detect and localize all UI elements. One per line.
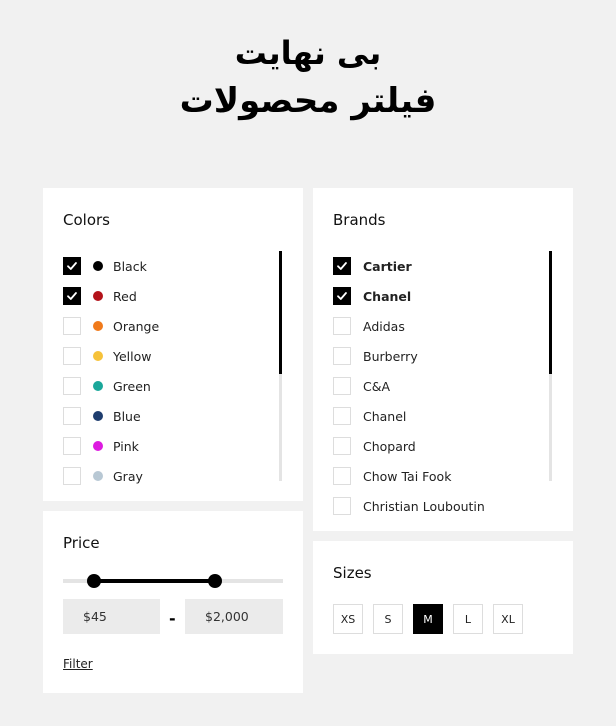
color-swatch: [93, 381, 103, 391]
brands-panel: Brands Cartier Chanel Adidas Burberry C&A Cha…: [313, 188, 573, 531]
checkbox[interactable]: [63, 317, 81, 335]
color-swatch: [93, 351, 103, 361]
brand-option[interactable]: Chanel: [333, 281, 485, 311]
checkmark-icon: [337, 262, 347, 270]
checkbox[interactable]: [333, 377, 351, 395]
brand-option[interactable]: Chopard: [333, 431, 485, 461]
color-option[interactable]: Black: [63, 251, 159, 281]
checkbox[interactable]: [63, 467, 81, 485]
price-slider-range: [94, 579, 215, 583]
color-label: Blue: [113, 408, 141, 424]
checkbox[interactable]: [333, 257, 351, 275]
checkbox[interactable]: [63, 437, 81, 455]
color-swatch: [93, 321, 103, 331]
brand-option[interactable]: Burberry: [333, 341, 485, 371]
sizes-panel: Sizes XS S M L XL: [313, 541, 573, 654]
brands-scrollbar-thumb[interactable]: [549, 251, 552, 374]
price-max-handle[interactable]: [208, 574, 222, 588]
colors-title: Colors: [63, 211, 110, 229]
sizes-list: XS S M L XL: [333, 604, 533, 634]
checkbox[interactable]: [63, 347, 81, 365]
color-label: Gray: [113, 468, 143, 484]
brand-option[interactable]: Christian Louboutin: [333, 491, 485, 521]
brand-label: Chow Tai Fook: [363, 468, 452, 484]
price-panel: Price $45 - $2,000 Filter: [43, 511, 303, 693]
price-separator: -: [169, 609, 176, 628]
color-option[interactable]: Green: [63, 371, 159, 401]
color-option[interactable]: Red: [63, 281, 159, 311]
brand-label: Chopard: [363, 438, 416, 454]
checkbox[interactable]: [333, 287, 351, 305]
color-label: Red: [113, 288, 137, 304]
page-title: بی نهایت فیلتر محصولات: [0, 30, 616, 126]
color-option[interactable]: Orange: [63, 311, 159, 341]
color-swatch: [93, 261, 103, 271]
size-option-s[interactable]: S: [373, 604, 403, 634]
checkmark-icon: [67, 262, 77, 270]
color-swatch: [93, 291, 103, 301]
checkbox[interactable]: [333, 437, 351, 455]
brand-option[interactable]: C&A: [333, 371, 485, 401]
filter-link[interactable]: Filter: [63, 657, 93, 671]
color-option[interactable]: Pink: [63, 431, 159, 461]
checkbox[interactable]: [63, 407, 81, 425]
color-label: Green: [113, 378, 151, 394]
brand-option[interactable]: Chanel: [333, 401, 485, 431]
color-swatch: [93, 471, 103, 481]
brand-option[interactable]: Cartier: [333, 251, 485, 281]
size-option-xl[interactable]: XL: [493, 604, 523, 634]
brand-option[interactable]: Adidas: [333, 311, 485, 341]
price-min-handle[interactable]: [87, 574, 101, 588]
checkbox[interactable]: [333, 347, 351, 365]
brand-label: Adidas: [363, 318, 405, 334]
size-option-m[interactable]: M: [413, 604, 443, 634]
colors-scrollbar-thumb[interactable]: [279, 251, 282, 374]
price-max-input[interactable]: $2,000: [185, 599, 283, 634]
size-option-l[interactable]: L: [453, 604, 483, 634]
colors-list: Black Red Orange Yellow Green Blue Pink Gray: [63, 251, 159, 491]
checkbox[interactable]: [63, 257, 81, 275]
brand-label: Cartier: [363, 258, 412, 274]
checkbox[interactable]: [333, 467, 351, 485]
colors-panel: Colors Black Red Orange Yellow Green Blue Pink…: [43, 188, 303, 501]
checkbox[interactable]: [63, 287, 81, 305]
color-label: Orange: [113, 318, 160, 334]
title-line-2: فیلتر محصولات: [179, 81, 437, 121]
checkmark-icon: [337, 292, 347, 300]
checkbox[interactable]: [333, 497, 351, 515]
color-option[interactable]: Yellow: [63, 341, 159, 371]
checkbox[interactable]: [63, 377, 81, 395]
color-swatch: [93, 411, 103, 421]
brand-label: Chanel: [363, 408, 407, 424]
checkbox[interactable]: [333, 407, 351, 425]
brand-option[interactable]: Chow Tai Fook: [333, 461, 485, 491]
title-line-1: بی نهایت: [234, 34, 382, 72]
price-min-input[interactable]: $45: [63, 599, 160, 634]
brand-label: C&A: [363, 378, 391, 394]
price-title: Price: [63, 534, 100, 552]
color-label: Black: [113, 258, 147, 274]
color-option[interactable]: Blue: [63, 401, 159, 431]
brand-label: Burberry: [363, 348, 418, 364]
sizes-title: Sizes: [333, 564, 372, 582]
size-option-xs[interactable]: XS: [333, 604, 363, 634]
brands-title: Brands: [333, 211, 386, 229]
brand-label: Chanel: [363, 288, 412, 304]
brand-label: Christian Louboutin: [363, 498, 485, 514]
color-option[interactable]: Gray: [63, 461, 159, 491]
color-label: Pink: [113, 438, 139, 454]
brands-list: Cartier Chanel Adidas Burberry C&A Chanel Chop…: [333, 251, 485, 521]
color-swatch: [93, 441, 103, 451]
checkbox[interactable]: [333, 317, 351, 335]
checkmark-icon: [67, 292, 77, 300]
color-label: Yellow: [113, 348, 152, 364]
